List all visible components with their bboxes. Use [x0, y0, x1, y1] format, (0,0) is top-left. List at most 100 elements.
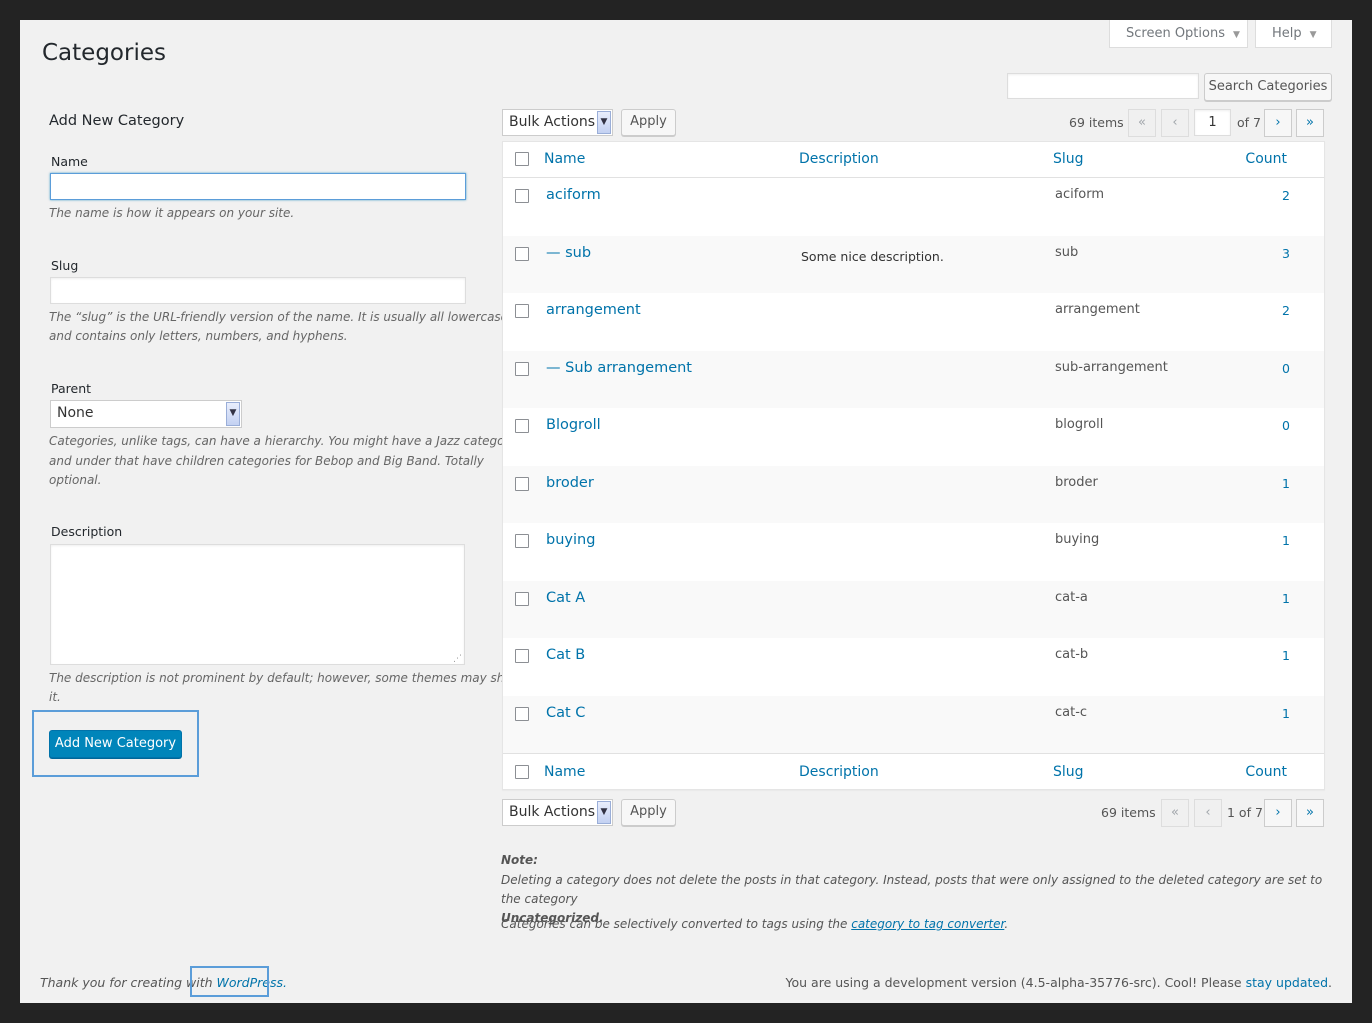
category-name-link[interactable]: — Sub arrangement	[546, 360, 692, 376]
select-all-checkbox[interactable]	[515, 152, 529, 166]
stay-updated-link[interactable]: stay updated	[1246, 975, 1328, 990]
caret-down-icon: ▼	[1309, 30, 1317, 40]
category-count-link[interactable]: 0	[1282, 418, 1290, 433]
screen-options-button[interactable]: Screen Options ▼	[1109, 20, 1248, 48]
add-new-category-button[interactable]: Add New Category	[49, 730, 182, 758]
category-count-link[interactable]: 1	[1282, 533, 1290, 548]
row-checkbox[interactable]	[515, 189, 529, 203]
category-name-link[interactable]: arrangement	[546, 302, 641, 318]
bulk-actions-value: Bulk Actions	[509, 114, 596, 130]
search-input[interactable]	[1007, 73, 1199, 99]
footer-version-end: .	[1328, 975, 1332, 990]
category-slug: blogroll	[1055, 417, 1104, 432]
slug-label: Slug	[51, 258, 79, 273]
column-description-footer[interactable]: Description	[799, 764, 879, 780]
table-row: aciform aciform 2	[503, 178, 1324, 236]
row-checkbox[interactable]	[515, 304, 529, 318]
category-name-link[interactable]: — sub	[546, 245, 591, 261]
category-slug: broder	[1055, 474, 1098, 490]
row-checkbox[interactable]	[515, 649, 529, 663]
category-slug: arrangement	[1055, 302, 1140, 317]
parent-hint-1: Categories, unlike tags, can have a hier…	[49, 434, 520, 448]
parent-select[interactable]: None ▼	[50, 400, 242, 428]
category-count-link[interactable]: 2	[1282, 303, 1290, 318]
description-hint-2: it.	[49, 690, 61, 704]
category-slug: cat-a	[1055, 589, 1088, 605]
apply-button-top[interactable]: Apply	[621, 109, 676, 136]
apply-button-bottom[interactable]: Apply	[621, 799, 676, 826]
column-count-footer[interactable]: Count	[1245, 764, 1287, 780]
row-checkbox[interactable]	[515, 591, 529, 606]
first-page-button-top: «	[1128, 109, 1156, 137]
column-name[interactable]: Name	[544, 151, 585, 167]
category-name-link[interactable]: Cat A	[546, 590, 585, 606]
description-hint-1: The description is not prominent by defa…	[49, 671, 522, 685]
category-count-link[interactable]: 1	[1282, 476, 1290, 491]
column-slug[interactable]: Slug	[1053, 151, 1084, 167]
category-slug: aciform	[1055, 187, 1105, 202]
footer-version: You are using a development version (4.5…	[786, 975, 1332, 990]
category-count-link[interactable]: 1	[1282, 706, 1290, 721]
parent-select-value: None	[57, 405, 94, 421]
parent-hint-3: optional.	[49, 473, 102, 487]
row-checkbox[interactable]	[515, 361, 529, 376]
category-slug: buying	[1055, 532, 1100, 547]
description-textarea[interactable]: ⋰	[50, 544, 465, 665]
note-line-1-text: Deleting a category does not delete the …	[501, 873, 1323, 906]
category-count-link[interactable]: 1	[1282, 591, 1290, 606]
column-slug-footer[interactable]: Slug	[1053, 764, 1084, 780]
footer-version-text: You are using a development version (4.5…	[785, 975, 1246, 990]
next-page-button-top[interactable]: ›	[1264, 109, 1292, 137]
category-slug: cat-b	[1055, 647, 1089, 662]
row-checkbox[interactable]	[515, 419, 529, 433]
column-description[interactable]: Description	[799, 151, 879, 167]
select-all-checkbox-footer[interactable]	[515, 765, 529, 779]
column-name-footer[interactable]: Name	[544, 764, 585, 780]
table-header: Name Description Slug Count	[503, 142, 1324, 178]
next-page-button-bottom[interactable]: ›	[1264, 799, 1292, 827]
row-checkbox[interactable]	[515, 476, 529, 491]
bulk-actions-select-bottom[interactable]: Bulk Actions ▼	[502, 799, 613, 826]
category-count-link[interactable]: 3	[1282, 246, 1290, 261]
search-categories-button[interactable]: Search Categories	[1204, 73, 1332, 101]
name-label: Name	[51, 154, 88, 169]
category-name-link[interactable]: Cat B	[546, 647, 585, 663]
description-label: Description	[51, 524, 123, 539]
table-row: buying buying 1	[503, 523, 1324, 581]
resize-handle-icon[interactable]: ⋰	[453, 655, 462, 664]
note-line-2-end: .	[1004, 917, 1009, 931]
category-to-tag-converter-link[interactable]: category to tag converter	[851, 917, 1004, 931]
category-name-link[interactable]: Cat C	[546, 705, 585, 721]
table-row: Blogroll blogroll 0	[503, 408, 1324, 466]
category-name-link[interactable]: aciform	[546, 187, 601, 203]
first-page-button-bottom: «	[1161, 799, 1189, 827]
category-name-link[interactable]: broder	[546, 475, 594, 491]
table-row: — sub Some nice description. sub 3	[503, 235, 1324, 293]
page-indicator-bottom: 1 of 7	[1227, 805, 1263, 820]
table-row: Cat B cat-b 1	[503, 638, 1324, 696]
category-count-link[interactable]: 0	[1282, 361, 1290, 376]
help-button[interactable]: Help ▼	[1255, 20, 1332, 48]
help-label: Help	[1272, 26, 1302, 41]
table-row: — Sub arrangement sub-arrangement 0	[503, 350, 1324, 408]
note-line-2-text: Categories can be selectively converted …	[501, 917, 852, 931]
current-page-input[interactable]: 1	[1194, 109, 1231, 136]
note-title: Note:	[501, 853, 538, 867]
category-name-link[interactable]: Blogroll	[546, 417, 601, 433]
category-slug: sub-arrangement	[1055, 359, 1168, 375]
bulk-actions-select-top[interactable]: Bulk Actions ▼	[502, 109, 613, 136]
column-count[interactable]: Count	[1245, 151, 1287, 167]
name-field[interactable]	[50, 173, 466, 200]
row-checkbox[interactable]	[515, 246, 529, 261]
admin-page: Screen Options ▼ Help ▼ Categories Search …	[20, 20, 1352, 1003]
slug-field[interactable]	[50, 277, 466, 304]
category-name-link[interactable]: buying	[546, 532, 595, 548]
last-page-button-bottom[interactable]: »	[1296, 799, 1324, 827]
row-checkbox[interactable]	[515, 706, 529, 721]
last-page-button-top[interactable]: »	[1296, 109, 1324, 137]
note-line-2: Categories can be selectively converted …	[501, 915, 1008, 934]
category-count-link[interactable]: 1	[1282, 648, 1290, 663]
row-checkbox[interactable]	[515, 534, 529, 548]
slug-hint-1: The “slug” is the URL-friendly version o…	[49, 310, 509, 324]
category-count-link[interactable]: 2	[1282, 188, 1290, 203]
